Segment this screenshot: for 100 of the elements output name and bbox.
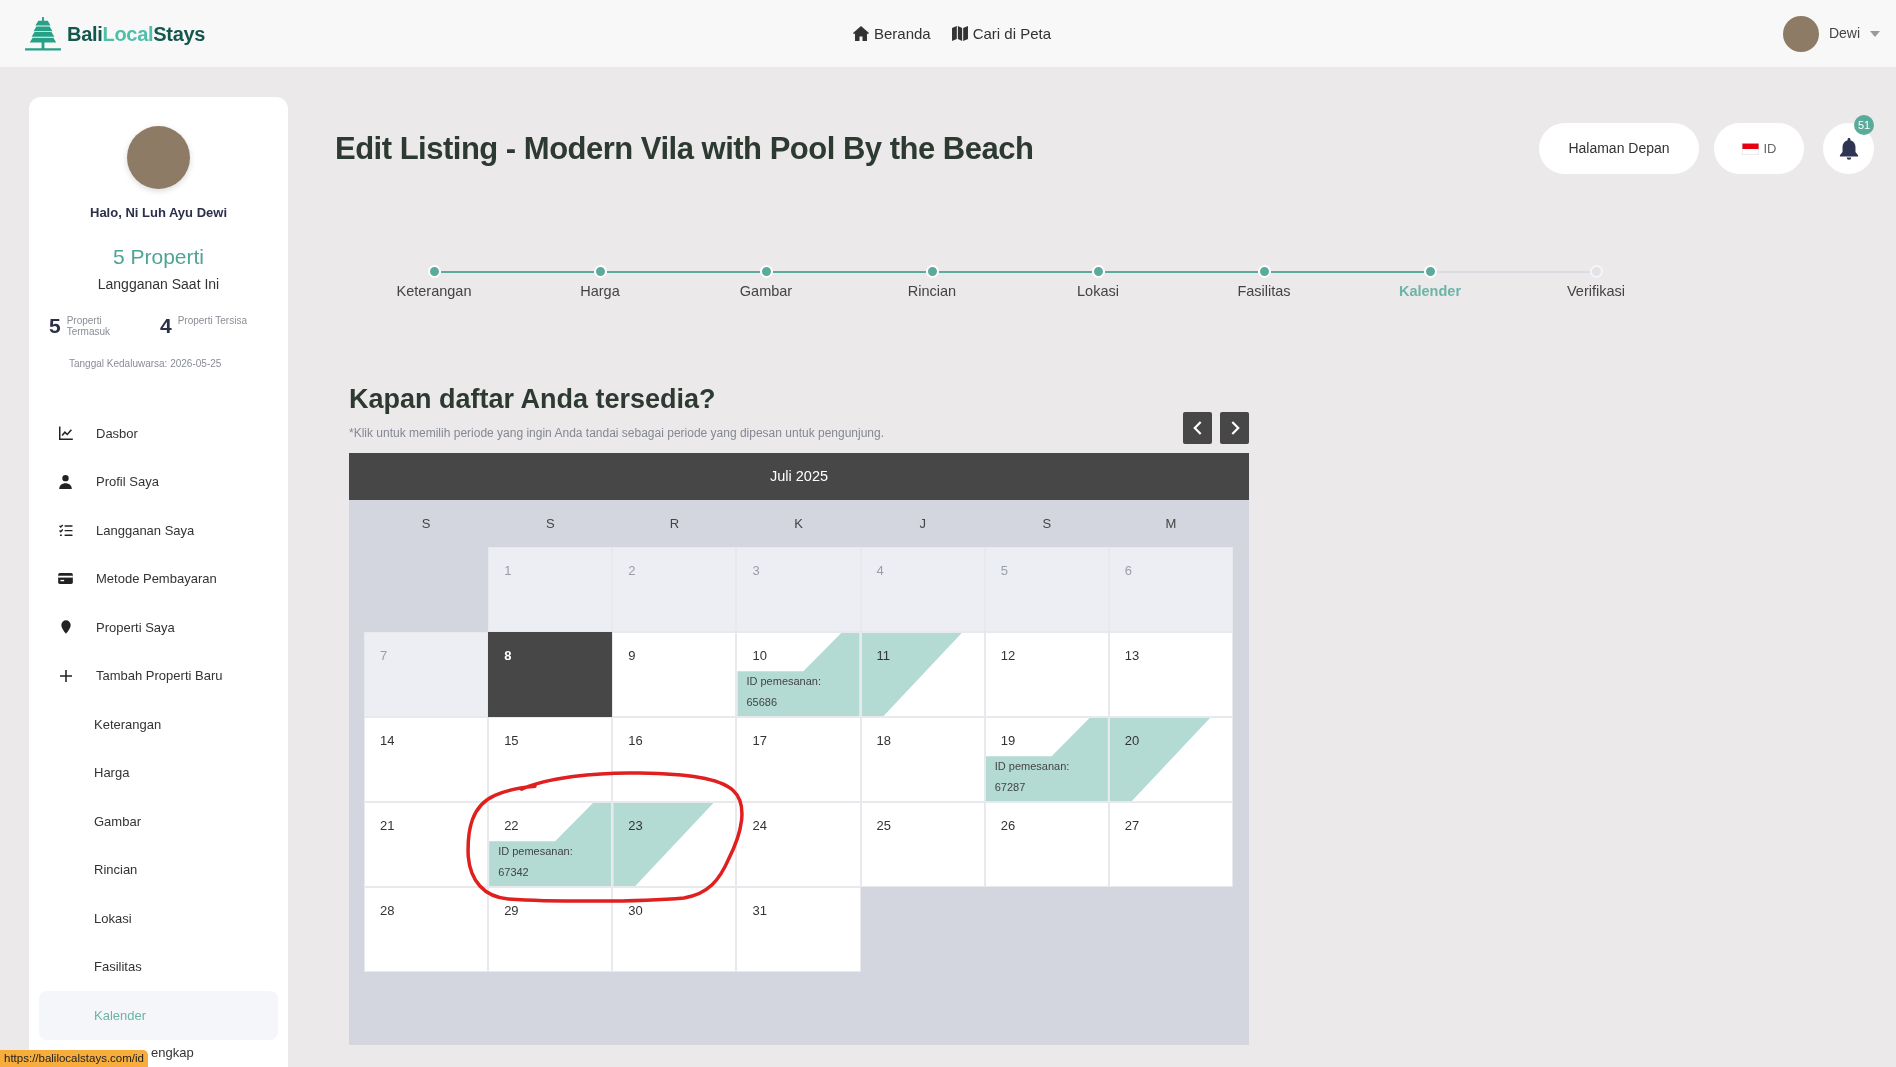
day-number: 21 bbox=[380, 818, 395, 834]
nav-link[interactable]: Cari di Peta bbox=[951, 24, 1052, 43]
sidebar-item[interactable]: Profil Saya bbox=[39, 457, 278, 506]
status-url: https://balilocalstays.com/id bbox=[0, 1050, 148, 1067]
day-cell[interactable]: 15 bbox=[488, 717, 613, 802]
sidebar-item[interactable]: Fasilitas bbox=[39, 942, 278, 991]
calendar-month-header: Juli 2025 bbox=[349, 453, 1249, 500]
day-number: 2 bbox=[628, 563, 636, 579]
expiry-date-text: Tanggal Kedaluwarsa: 2026-05-25 bbox=[68, 358, 223, 370]
plan-caption: Langganan Saat Ini bbox=[96, 276, 221, 293]
weekday-label: J bbox=[919, 515, 926, 532]
step-tab[interactable]: Lokasi bbox=[1077, 283, 1119, 300]
stat-label: Properti Termasuk bbox=[66, 314, 112, 337]
section-heading: Kapan daftar Anda tersedia? bbox=[349, 383, 717, 415]
day-cell[interactable]: 31 bbox=[736, 887, 861, 972]
day-cell[interactable]: 17 bbox=[736, 717, 861, 802]
day-number: 12 bbox=[1000, 648, 1016, 664]
sidebar-item[interactable]: Tambah Properti Baru bbox=[39, 651, 278, 700]
day-number: 23 bbox=[628, 818, 643, 834]
day-cell[interactable]: 23 bbox=[612, 802, 737, 887]
weekday-label: K bbox=[794, 515, 803, 532]
sidebar-item[interactable]: Lokasi bbox=[39, 894, 278, 943]
day-cell[interactable]: 25 bbox=[860, 802, 985, 887]
day-number: 25 bbox=[876, 818, 892, 834]
day-number: 15 bbox=[504, 733, 519, 749]
sidebar-item[interactable]: Langganan Saya bbox=[39, 506, 278, 555]
weekday-label: S bbox=[421, 515, 431, 532]
pagoda-logo-icon[interactable] bbox=[24, 16, 62, 51]
home-icon bbox=[852, 26, 869, 41]
day-cell[interactable]: 18 bbox=[860, 717, 985, 802]
sidebar-item[interactable]: Keterangan bbox=[39, 700, 278, 749]
day-cell[interactable]: 16 bbox=[612, 717, 737, 802]
step-tab[interactable]: Fasilitas bbox=[1237, 283, 1291, 300]
day-cell[interactable]: ID pemesanan: 67342 22 bbox=[488, 802, 613, 887]
line-chart-icon bbox=[58, 426, 73, 441]
step-tab[interactable]: Rincian bbox=[907, 283, 957, 300]
day-number: 22 bbox=[504, 818, 519, 834]
sidebar-item[interactable]: Metode Pembayaran bbox=[39, 554, 278, 603]
sidebar-item[interactable]: engkap bbox=[151, 1039, 278, 1067]
sidebar-item[interactable]: Gambar bbox=[39, 797, 278, 846]
day-cell[interactable]: 26 bbox=[984, 802, 1109, 887]
bell-icon bbox=[1838, 137, 1859, 160]
day-cell[interactable]: 13 bbox=[1108, 632, 1233, 717]
day-cell[interactable]: ID pemesanan: 67287 19 bbox=[984, 717, 1109, 802]
step-tab[interactable]: Gambar bbox=[739, 283, 793, 300]
step-tab[interactable]: Verifikasi bbox=[1567, 283, 1625, 300]
day-number: 30 bbox=[628, 903, 643, 919]
sidebar-item[interactable]: Rincian bbox=[39, 845, 278, 894]
day-number: 27 bbox=[1124, 818, 1140, 834]
sidebar-item[interactable]: Properti Saya bbox=[39, 603, 278, 652]
sidebar-item[interactable]: Harga bbox=[39, 748, 278, 797]
day-cell[interactable]: 8 bbox=[488, 632, 613, 717]
nav-link[interactable]: Beranda bbox=[852, 24, 931, 43]
day-number: 26 bbox=[1000, 818, 1016, 834]
day-number: 17 bbox=[752, 733, 767, 749]
day-number: 5 bbox=[1000, 563, 1008, 579]
flag-icon bbox=[1741, 142, 1759, 155]
day-number: 18 bbox=[876, 733, 892, 749]
booking-id-text: ID pemesanan: 67342 bbox=[498, 844, 573, 881]
day-cell[interactable]: 9 bbox=[612, 632, 737, 717]
step-tab[interactable]: Harga bbox=[580, 283, 620, 300]
day-cell[interactable]: 11 bbox=[860, 632, 985, 717]
notifications-button[interactable] bbox=[1823, 123, 1874, 174]
previous-month-button[interactable] bbox=[1183, 412, 1212, 444]
day-number: 1 bbox=[504, 563, 512, 579]
day-cell[interactable]: 28 bbox=[364, 887, 489, 972]
next-month-button[interactable] bbox=[1220, 412, 1249, 444]
stat-value: 5 bbox=[49, 313, 61, 339]
notification-count-badge: 51 bbox=[1854, 115, 1874, 135]
step-tab[interactable]: Keterangan bbox=[396, 283, 472, 300]
map-pin-icon bbox=[60, 620, 71, 635]
sidebar-item[interactable]: Dasbor bbox=[39, 409, 278, 458]
logo-text[interactable]: BaliLocalStays bbox=[67, 21, 206, 46]
weekday-label: M bbox=[1165, 515, 1177, 532]
day-cell[interactable]: 29 bbox=[488, 887, 613, 972]
day-cell[interactable]: 30 bbox=[612, 887, 737, 972]
user-menu-button[interactable]: Dewi bbox=[1782, 15, 1880, 52]
avatar-placeholder bbox=[1782, 15, 1819, 52]
day-number: 31 bbox=[752, 903, 767, 919]
day-cell[interactable]: 21 bbox=[364, 802, 489, 887]
day-number: 9 bbox=[628, 648, 636, 664]
booking-id-text: ID pemesanan: 67287 bbox=[994, 759, 1070, 796]
map-icon bbox=[951, 26, 968, 41]
language-button[interactable]: ID bbox=[1714, 123, 1804, 174]
day-number: 24 bbox=[752, 818, 767, 834]
day-number: 28 bbox=[380, 903, 395, 919]
day-cell[interactable]: 24 bbox=[736, 802, 861, 887]
day-cell[interactable]: 20 bbox=[1108, 717, 1233, 802]
home-page-button[interactable]: Halaman Depan bbox=[1539, 123, 1699, 174]
stat-value: 4 bbox=[160, 313, 172, 339]
day-cell[interactable]: ID pemesanan: 65686 10 bbox=[736, 632, 861, 717]
day-number: 6 bbox=[1124, 563, 1133, 579]
day-number: 8 bbox=[504, 648, 512, 664]
day-number: 19 bbox=[1000, 733, 1016, 749]
day-number: 20 bbox=[1124, 733, 1140, 749]
day-cell[interactable]: 27 bbox=[1108, 802, 1233, 887]
plan-title: 5 Properti bbox=[111, 244, 205, 269]
day-cell[interactable]: 12 bbox=[984, 632, 1109, 717]
chevron-left-icon bbox=[1191, 421, 1204, 435]
day-cell[interactable]: 14 bbox=[364, 717, 489, 802]
